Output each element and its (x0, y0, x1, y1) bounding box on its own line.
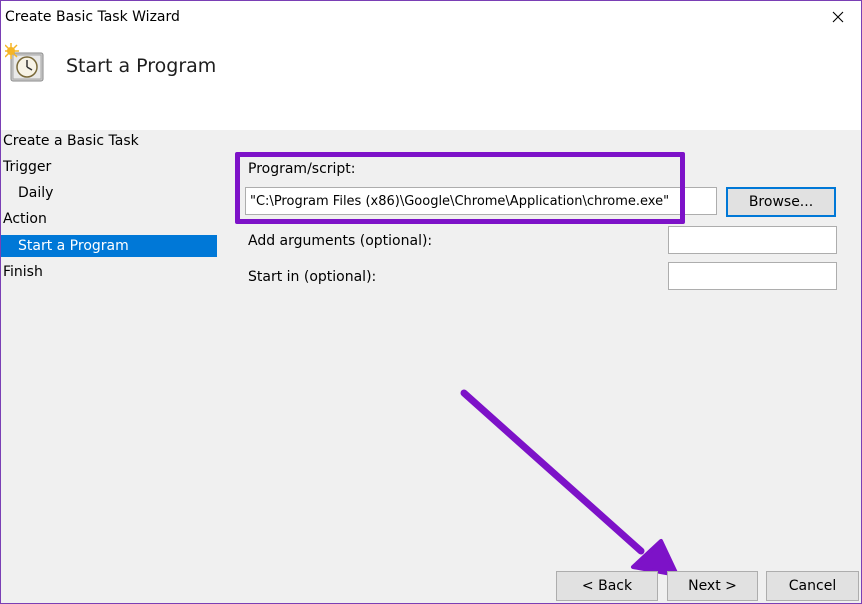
sidebar-item-trigger: Trigger (1, 156, 217, 178)
sidebar-item-label: Action (3, 211, 47, 227)
sidebar-item-finish: Finish (1, 261, 217, 283)
sidebar-item-label: Create a Basic Task (3, 133, 139, 149)
cancel-button-label: Cancel (788, 578, 837, 594)
next-button-label: Next > (688, 578, 737, 594)
start-in-label: Start in (optional): (248, 269, 377, 285)
wizard-window: Create Basic Task Wizard Start a Program… (0, 0, 862, 604)
program-script-label: Program/script: (248, 161, 356, 177)
sidebar-item-daily: Daily (1, 182, 217, 204)
sidebar-item-label: Finish (3, 264, 43, 280)
add-arguments-input[interactable] (668, 226, 837, 254)
close-icon (832, 11, 844, 23)
back-button[interactable]: < Back (556, 571, 658, 601)
cancel-button[interactable]: Cancel (766, 571, 859, 601)
title-bar: Create Basic Task Wizard (1, 1, 861, 33)
page-title: Start a Program (66, 55, 217, 77)
program-script-input[interactable] (245, 187, 717, 215)
wizard-header: Start a Program (1, 33, 861, 130)
add-arguments-label: Add arguments (optional): (248, 233, 433, 249)
start-in-input[interactable] (668, 262, 837, 290)
browse-button-label: Browse... (748, 194, 814, 210)
close-button[interactable] (815, 1, 861, 33)
sidebar-item-label: Start a Program (18, 238, 129, 254)
browse-button[interactable]: Browse... (726, 187, 836, 217)
sidebar-item-start-a-program: Start a Program (1, 235, 217, 257)
task-scheduler-clock-icon (5, 43, 44, 82)
back-button-label: < Back (581, 578, 633, 594)
sidebar-item-action: Action (1, 208, 217, 230)
sidebar-item-create-basic-task: Create a Basic Task (1, 130, 217, 152)
sidebar-item-label: Trigger (3, 159, 52, 175)
wizard-steps-sidebar: Create a Basic Task Trigger Daily Action… (1, 130, 217, 330)
sidebar-item-label: Daily (18, 185, 54, 201)
next-button[interactable]: Next > (667, 571, 758, 601)
window-title: Create Basic Task Wizard (5, 9, 180, 25)
